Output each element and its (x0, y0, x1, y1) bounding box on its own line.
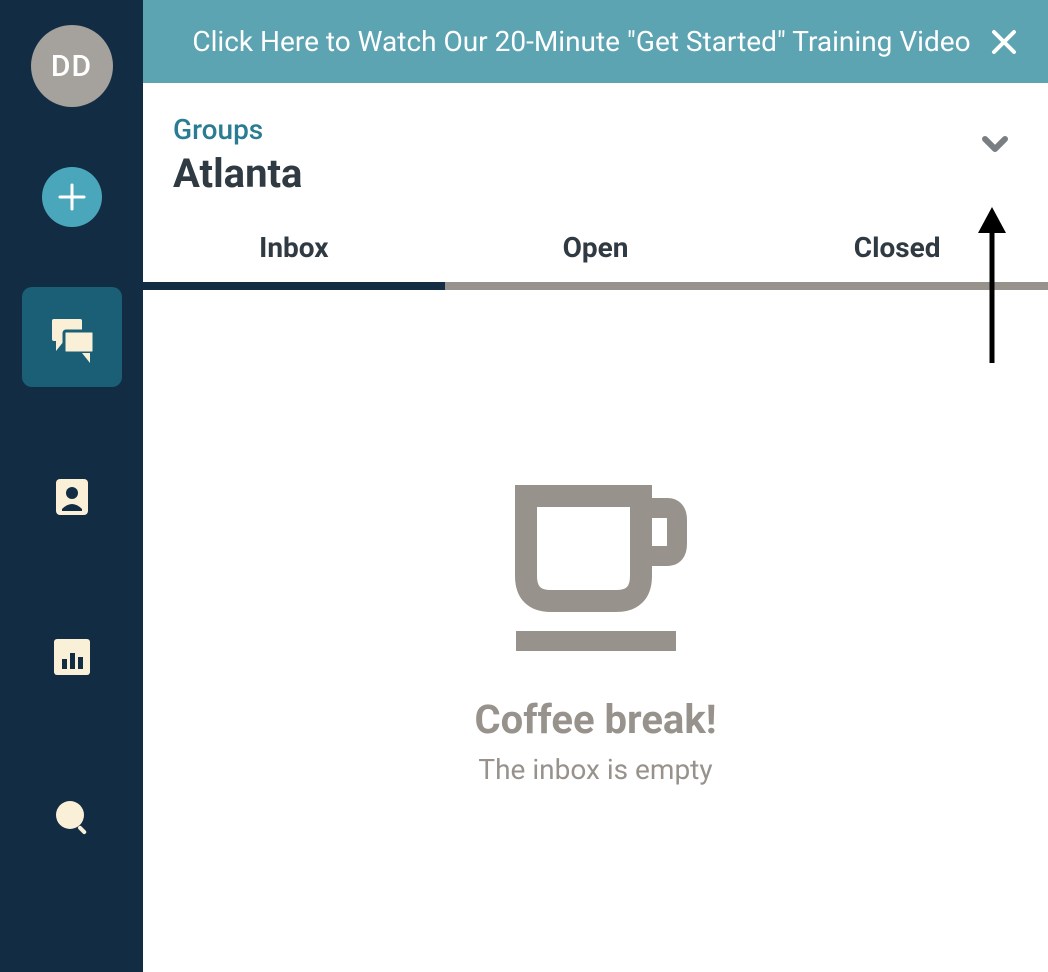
tab-closed[interactable]: Closed (746, 217, 1048, 282)
training-banner[interactable]: Click Here to Watch Our 20-Minute "Get S… (143, 0, 1048, 83)
add-button[interactable] (42, 167, 102, 227)
close-icon (990, 28, 1018, 56)
nav-contacts[interactable] (22, 447, 122, 547)
avatar[interactable]: DD (31, 25, 113, 107)
chat-icon (44, 309, 100, 365)
sidebar: DD (0, 0, 143, 972)
group-dropdown-toggle[interactable] (982, 135, 1008, 157)
empty-state: Coffee break! The inbox is empty (143, 290, 1048, 972)
empty-state-title: Coffee break! (474, 696, 716, 743)
plus-icon (57, 182, 87, 212)
nav-messages[interactable] (22, 287, 122, 387)
group-header: Groups Atlanta (143, 83, 1048, 217)
nav-search[interactable] (22, 767, 122, 867)
coffee-cup-icon (501, 476, 691, 656)
contact-card-icon (50, 475, 94, 519)
banner-close-button[interactable] (990, 28, 1018, 56)
nav-analytics[interactable] (22, 607, 122, 707)
page-title: Atlanta (173, 150, 1018, 197)
breadcrumb[interactable]: Groups (173, 113, 1018, 146)
chevron-down-icon (982, 135, 1008, 153)
empty-state-subtitle: The inbox is empty (478, 753, 712, 786)
tab-label: Inbox (259, 231, 328, 264)
inbox-tabs: Inbox Open Closed (143, 217, 1048, 290)
tab-label: Closed (854, 231, 941, 264)
tab-label: Open (563, 231, 629, 264)
main-panel: Click Here to Watch Our 20-Minute "Get S… (143, 0, 1048, 972)
tab-open[interactable]: Open (445, 217, 747, 282)
banner-text: Click Here to Watch Our 20-Minute "Get S… (173, 25, 990, 58)
search-icon (50, 795, 94, 839)
avatar-initials: DD (51, 49, 92, 84)
tab-inbox[interactable]: Inbox (143, 217, 445, 282)
bar-chart-icon (50, 635, 94, 679)
